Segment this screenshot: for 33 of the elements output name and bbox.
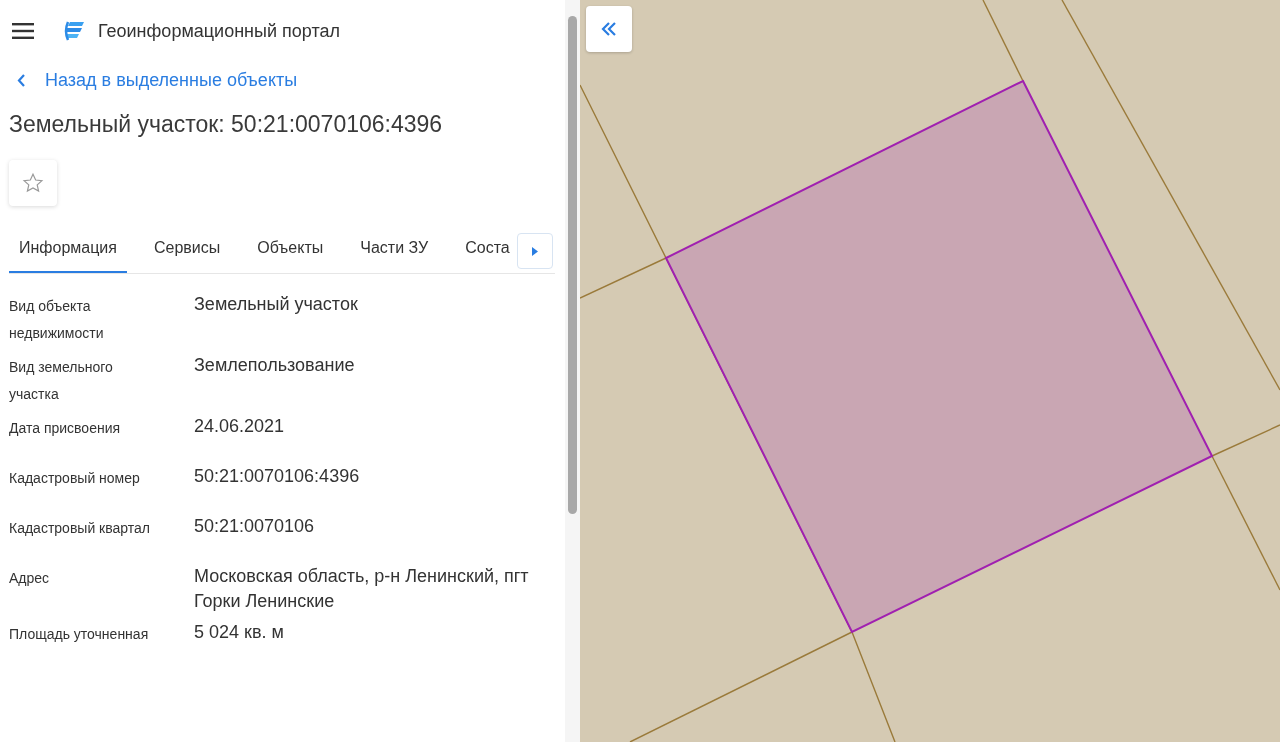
property-value: 50:21:0070106	[194, 515, 316, 538]
menu-icon[interactable]	[12, 23, 34, 39]
object-heading: Земельный участок: 50:21:0070106:4396	[9, 111, 444, 138]
scroll-tabs-button[interactable]	[517, 233, 553, 269]
back-link[interactable]: Назад в выделенные объекты	[9, 70, 298, 91]
star-icon	[22, 172, 44, 194]
portal-title: Геоинформационный портал	[98, 20, 340, 42]
tab[interactable]: Сервисы	[143, 226, 231, 273]
tab[interactable]: Информация	[9, 226, 127, 273]
property-value: Московская область, р-н Ленинский, пгт Горки Ленинские	[194, 565, 529, 613]
property-value: Земельный участок	[194, 293, 359, 316]
property-label: Кадастровый квартал	[9, 519, 151, 538]
property-label: Дата присвоения	[9, 419, 122, 438]
favorite-button[interactable]	[9, 160, 57, 206]
property-value: Землепользование	[194, 354, 356, 377]
double-chevron-left-icon	[601, 22, 617, 36]
tab[interactable]: Соста	[455, 226, 520, 273]
property-label: Кадастровый номер	[9, 469, 141, 488]
selected-parcel[interactable]	[664, 79, 1214, 634]
scrollbar[interactable]	[565, 0, 580, 742]
property-label: Адрес	[9, 569, 51, 588]
triangle-right-icon	[532, 246, 538, 256]
property-value: 5 024 кв. м	[194, 621, 285, 644]
property-label: Вид объекта недвижимости	[9, 297, 105, 343]
collapse-panel-button[interactable]	[586, 6, 632, 52]
chevron-left-icon	[17, 74, 25, 87]
property-value: 50:21:0070106:4396	[194, 465, 361, 488]
logo-icon	[64, 20, 86, 42]
property-value: 24.06.2021	[194, 415, 286, 438]
tab[interactable]: Части ЗУ	[350, 226, 439, 273]
tab[interactable]: Объекты	[247, 226, 334, 273]
property-label: Вид земельного участка	[9, 358, 114, 404]
property-label: Площадь уточненная	[9, 625, 150, 644]
